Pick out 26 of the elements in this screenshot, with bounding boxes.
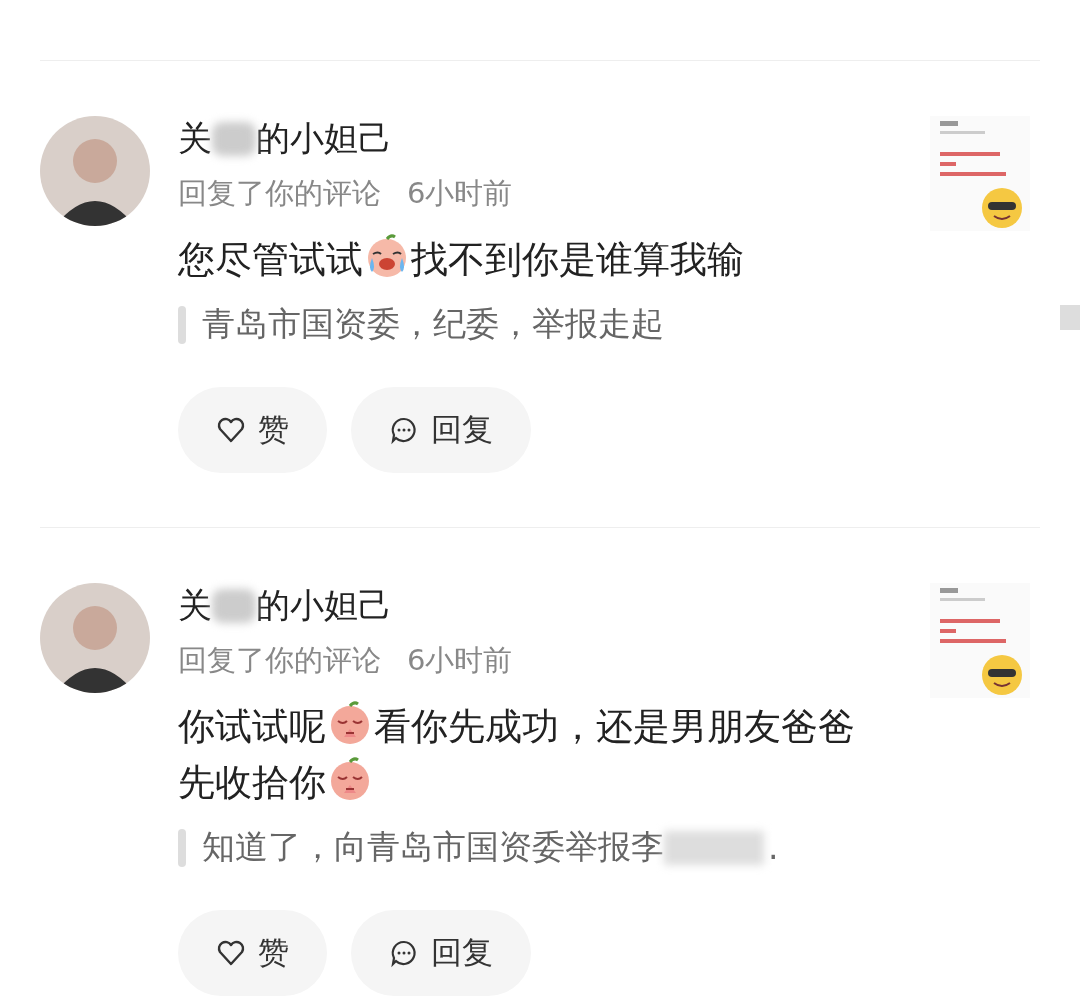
like-button[interactable]: 赞 (178, 910, 327, 996)
quoted-comment-end: . (768, 828, 779, 867)
redaction-blur (212, 122, 256, 156)
heart-icon (216, 938, 246, 968)
reply-button[interactable]: 回复 (351, 387, 531, 473)
like-button[interactable]: 赞 (178, 387, 327, 473)
quoted-comment: 青岛市国资委，纪委，举报走起 (202, 303, 664, 345)
chat-bubble-icon (389, 938, 419, 968)
heart-icon (216, 415, 246, 445)
timestamp: 6小时前 (407, 642, 513, 679)
reply-comment: 你试试呢 看你先成功，还是男朋友爸爸先收拾你 (178, 699, 878, 811)
scrollbar-thumb[interactable] (1060, 305, 1080, 330)
chat-bubble-icon (389, 415, 419, 445)
user-name[interactable]: 关 (178, 583, 212, 629)
redaction-blur (212, 589, 256, 623)
action-text: 回复了你的评论 (178, 642, 381, 679)
user-name[interactable]: 关 (178, 116, 212, 162)
quoted-comment: 知道了，向青岛市国资委举报李 (202, 826, 664, 868)
timestamp: 6小时前 (407, 175, 513, 212)
action-text: 回复了你的评论 (178, 175, 381, 212)
reply-comment: 您尽管试试 找不到你是谁算我输 (178, 232, 878, 288)
quote-bar (178, 305, 186, 344)
user-name[interactable]: 的小妲己 (256, 583, 392, 629)
quote-bar (178, 828, 186, 867)
user-name[interactable]: 的小妲己 (256, 116, 392, 162)
reply-button[interactable]: 回复 (351, 910, 531, 996)
